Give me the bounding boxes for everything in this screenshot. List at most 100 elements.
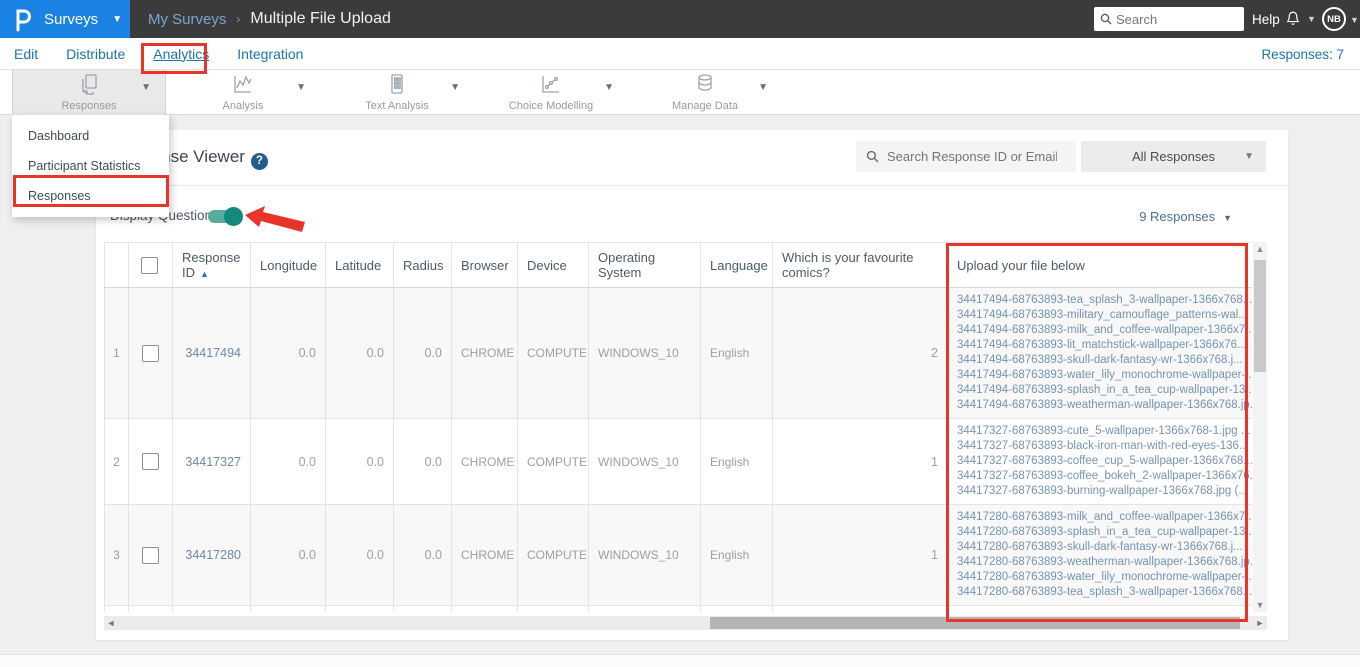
app-menu[interactable]: Surveys ▼ bbox=[0, 0, 130, 38]
bell-icon bbox=[1286, 11, 1300, 25]
response-search-input[interactable] bbox=[887, 149, 1057, 164]
tab-distribute[interactable]: Distribute bbox=[66, 46, 125, 62]
response-filter-select[interactable]: All Responses ▼ bbox=[1081, 141, 1266, 172]
cell-response-id[interactable]: 34417280 bbox=[172, 504, 251, 606]
file-link[interactable]: 34417494-68763893-water_lily_monochrome-… bbox=[957, 368, 1252, 383]
response-search[interactable] bbox=[856, 141, 1076, 172]
responses-table-container: Response ID ▲ Longitude Latitude Radius B… bbox=[104, 242, 1252, 612]
header-longitude[interactable]: Longitude bbox=[250, 242, 326, 288]
responses-count[interactable]: Responses: 7 bbox=[1261, 38, 1344, 70]
cell-language bbox=[700, 605, 773, 612]
global-search-input[interactable] bbox=[1116, 11, 1234, 27]
chevron-down-icon: ▼ bbox=[1223, 213, 1232, 223]
table-body: 1344174940.00.00.0CHROMECOMPUTERWINDOWS_… bbox=[104, 287, 1252, 612]
menu-item-participant-statistics[interactable]: Participant Statistics bbox=[12, 151, 169, 181]
table-row: 34417247-68763893-military_camouflage_pa… bbox=[104, 605, 1252, 612]
cell-browser: CHROME bbox=[451, 504, 518, 606]
tab-integration[interactable]: Integration bbox=[237, 46, 303, 62]
cell-response-id[interactable] bbox=[172, 605, 251, 612]
table-header-row: Response ID ▲ Longitude Latitude Radius B… bbox=[104, 242, 1252, 288]
cell-response-id[interactable]: 34417494 bbox=[172, 287, 251, 419]
scroll-left-arrow-icon[interactable]: ◄ bbox=[104, 616, 118, 630]
file-link[interactable]: 34417280-68763893-water_lily_monochrome-… bbox=[957, 570, 1252, 585]
cell-files: 34417494-68763893-tea_splash_3-wallpaper… bbox=[947, 287, 1252, 419]
file-link[interactable]: 34417494-68763893-milk_and_coffee-wallpa… bbox=[957, 323, 1252, 338]
cell-os: WINDOWS_10 bbox=[588, 287, 701, 419]
table-row: 2344173270.00.00.0CHROMECOMPUTERWINDOWS_… bbox=[104, 418, 1252, 505]
file-link[interactable]: 34417327-68763893-coffee_bokeh_2-wallpap… bbox=[957, 469, 1252, 484]
tab-analytics[interactable]: Analytics bbox=[153, 46, 209, 62]
cell-longitude bbox=[250, 605, 326, 612]
file-link[interactable]: 34417327-68763893-burning-wallpaper-1366… bbox=[957, 484, 1252, 499]
header-favourite-comics[interactable]: Which is your favourite comics? bbox=[772, 242, 948, 288]
cell-language: English bbox=[700, 504, 773, 606]
help-link[interactable]: Help bbox=[1252, 0, 1280, 38]
notifications-button[interactable]: ▼ bbox=[1284, 0, 1316, 38]
header-latitude[interactable]: Latitude bbox=[325, 242, 394, 288]
avatar[interactable]: NB bbox=[1322, 7, 1346, 31]
row-checkbox[interactable] bbox=[142, 453, 159, 470]
chevron-down-icon: ▼ bbox=[450, 82, 460, 93]
file-link[interactable]: 34417494-68763893-tea_splash_3-wallpaper… bbox=[957, 293, 1252, 308]
file-link[interactable]: 34417280-68763893-weatherman-wallpaper-1… bbox=[957, 555, 1252, 570]
vertical-scroll-thumb[interactable] bbox=[1254, 260, 1266, 372]
file-link[interactable]: 34417327-68763893-black-iron-man-with-re… bbox=[957, 439, 1252, 454]
header-upload-file[interactable]: Upload your file below bbox=[947, 242, 1252, 288]
row-checkbox[interactable] bbox=[142, 344, 159, 362]
display-questions-toggle[interactable] bbox=[208, 207, 243, 226]
response-viewer-card: Response Viewer? All Responses ▼ Display… bbox=[96, 130, 1288, 640]
header-device[interactable]: Device bbox=[517, 242, 589, 288]
toolbar-text-analysis[interactable]: ▼ Text Analysis bbox=[320, 70, 474, 115]
chevron-down-icon: ▼ bbox=[604, 82, 614, 93]
menu-item-responses[interactable]: Responses bbox=[12, 181, 169, 211]
header-language[interactable]: Language bbox=[700, 242, 773, 288]
file-link[interactable]: 34417327-68763893-cute_5-wallpaper-1366x… bbox=[957, 424, 1252, 439]
scroll-up-arrow-icon[interactable]: ▲ bbox=[1253, 242, 1267, 256]
global-search[interactable] bbox=[1094, 7, 1244, 31]
top-bar: Surveys ▼ My Surveys › Multiple File Upl… bbox=[0, 0, 1360, 38]
file-link[interactable]: 34417280-68763893-tea_splash_3-wallpaper… bbox=[957, 585, 1252, 600]
file-link[interactable]: 34417494-68763893-splash_in_a_tea_cup-wa… bbox=[957, 383, 1252, 398]
header-radius[interactable]: Radius bbox=[393, 242, 452, 288]
file-link[interactable]: 34417494-68763893-lit_matchstick-wallpap… bbox=[957, 338, 1252, 353]
scroll-right-arrow-icon[interactable]: ► bbox=[1253, 616, 1267, 630]
chevron-down-icon[interactable]: ▼ bbox=[1350, 15, 1359, 25]
tab-edit[interactable]: Edit bbox=[14, 46, 38, 62]
horizontal-scrollbar[interactable]: ◄ ► bbox=[104, 616, 1267, 630]
toolbar-manage-data[interactable]: ▼ Manage Data bbox=[628, 70, 782, 115]
file-link[interactable]: 34417280-68763893-skull-dark-fantasy-wr-… bbox=[957, 540, 1252, 555]
table-row: 3344172800.00.00.0CHROMECOMPUTERWINDOWS_… bbox=[104, 504, 1252, 606]
file-link[interactable]: 34417494-68763893-weatherman-wallpaper-1… bbox=[957, 398, 1252, 413]
toolbar-responses[interactable]: ▼ Responses bbox=[12, 70, 166, 115]
cell-language: English bbox=[700, 287, 773, 419]
toolbar-choice-modelling[interactable]: ▼ Choice Modelling bbox=[474, 70, 628, 115]
horizontal-scroll-thumb[interactable] bbox=[710, 617, 1240, 629]
toolbar-analysis[interactable]: ▼ Analysis bbox=[166, 70, 320, 115]
responses-count-dropdown[interactable]: 9 Responses ▼ bbox=[1139, 209, 1232, 224]
file-link[interactable]: 34417494-68763893-skull-dark-fantasy-wr-… bbox=[957, 353, 1252, 368]
cell-language: English bbox=[700, 418, 773, 505]
menu-item-dashboard[interactable]: Dashboard bbox=[12, 121, 169, 151]
cell-device: COMPUTER bbox=[517, 504, 589, 606]
file-link[interactable]: 34417280-68763893-splash_in_a_tea_cup-wa… bbox=[957, 525, 1252, 540]
row-number bbox=[104, 605, 129, 612]
vertical-scrollbar[interactable]: ▲ ▼ bbox=[1253, 242, 1267, 612]
header-operating-system[interactable]: Operating System bbox=[588, 242, 701, 288]
row-checkbox[interactable] bbox=[142, 546, 159, 564]
scroll-down-arrow-icon[interactable]: ▼ bbox=[1253, 598, 1267, 612]
cell-device: COMPUTER bbox=[517, 287, 589, 419]
cell-latitude: 0.0 bbox=[325, 504, 394, 606]
file-link[interactable]: 34417327-68763893-coffee_cup_5-wallpaper… bbox=[957, 454, 1252, 469]
cell-files: 34417327-68763893-cute_5-wallpaper-1366x… bbox=[947, 418, 1252, 505]
row-checkbox-cell bbox=[128, 287, 173, 419]
header-browser[interactable]: Browser bbox=[451, 242, 518, 288]
file-link[interactable]: 34417280-68763893-milk_and_coffee-wallpa… bbox=[957, 510, 1252, 525]
file-link[interactable]: 34417494-68763893-military_camouflage_pa… bbox=[957, 308, 1252, 323]
select-all-checkbox[interactable] bbox=[141, 256, 158, 274]
cell-latitude: 0.0 bbox=[325, 418, 394, 505]
header-response-id[interactable]: Response ID ▲ bbox=[172, 242, 251, 288]
help-icon[interactable]: ? bbox=[250, 153, 268, 170]
breadcrumb-my-surveys[interactable]: My Surveys bbox=[148, 11, 226, 28]
file-link[interactable]: 34417247-68763893-military_camouflage_pa… bbox=[957, 611, 1252, 612]
cell-response-id[interactable]: 34417327 bbox=[172, 418, 251, 505]
